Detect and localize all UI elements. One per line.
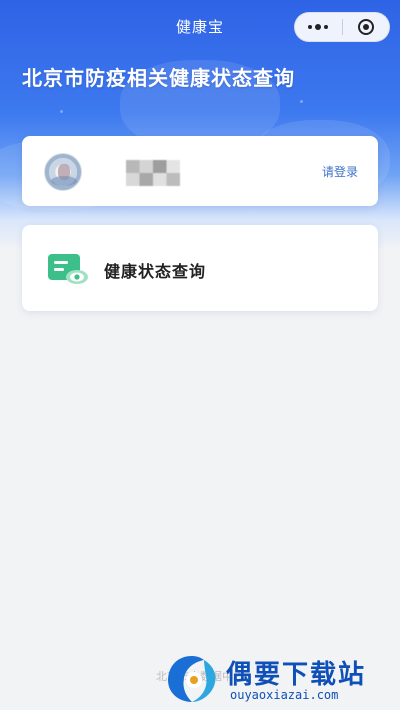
watermark-name: 偶要下载站 bbox=[226, 660, 367, 690]
page-title: 北京市防疫相关健康状态查询 bbox=[22, 66, 295, 90]
more-dots-icon bbox=[308, 24, 329, 30]
watermark-logo-icon bbox=[168, 656, 216, 702]
close-button[interactable] bbox=[343, 13, 390, 41]
avatar[interactable] bbox=[44, 153, 82, 191]
navbar: 健康宝 bbox=[0, 0, 400, 54]
login-link[interactable]: 请登录 bbox=[322, 163, 358, 180]
user-card[interactable]: 请登录 bbox=[22, 136, 378, 206]
more-button[interactable] bbox=[295, 13, 342, 41]
target-close-icon bbox=[357, 19, 374, 35]
watermark: 偶要下载站 ouyaoxiazai.com bbox=[158, 650, 398, 708]
health-status-query-label: 健康状态查询 bbox=[104, 262, 207, 281]
page: 健康宝 北京市防疫相关健康状态查询 请登录 健康状态查询 北京市大数据中心 bbox=[0, 0, 400, 710]
masked-username bbox=[126, 160, 180, 186]
health-status-query-card[interactable]: 健康状态查询 bbox=[22, 225, 378, 311]
health-card-icon bbox=[48, 254, 88, 284]
watermark-url: ouyaoxiazai.com bbox=[230, 688, 339, 702]
mini-program-capsule bbox=[294, 12, 390, 42]
